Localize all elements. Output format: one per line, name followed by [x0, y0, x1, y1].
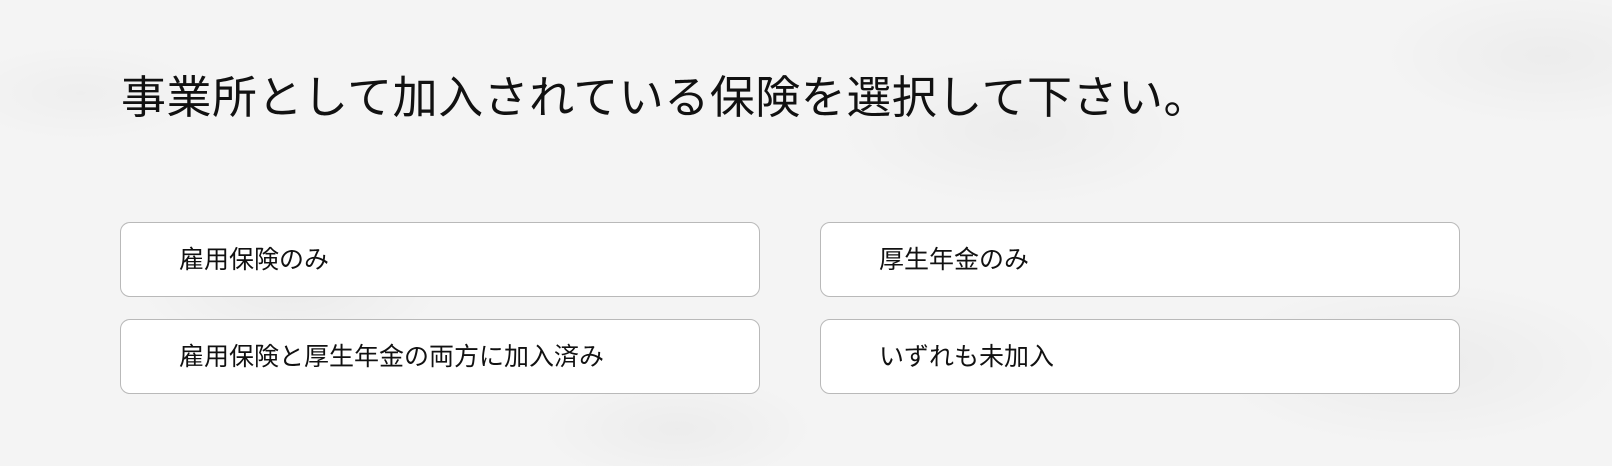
option-label: 雇用保険と厚生年金の両方に加入済み	[179, 341, 605, 371]
option-label: 雇用保険のみ	[179, 244, 330, 274]
option-employment-insurance-only[interactable]: 雇用保険のみ	[120, 222, 760, 297]
option-label: 厚生年金のみ	[879, 244, 1030, 274]
option-label: いずれも未加入	[879, 341, 1055, 371]
insurance-options: 雇用保険のみ 厚生年金のみ 雇用保険と厚生年金の両方に加入済み いずれも未加入	[120, 222, 1460, 394]
option-both-enrolled[interactable]: 雇用保険と厚生年金の両方に加入済み	[120, 319, 760, 394]
option-welfare-pension-only[interactable]: 厚生年金のみ	[820, 222, 1460, 297]
question-title: 事業所として加入されている保険を選択して下さい。	[121, 71, 1209, 124]
option-neither-enrolled[interactable]: いずれも未加入	[820, 319, 1460, 394]
